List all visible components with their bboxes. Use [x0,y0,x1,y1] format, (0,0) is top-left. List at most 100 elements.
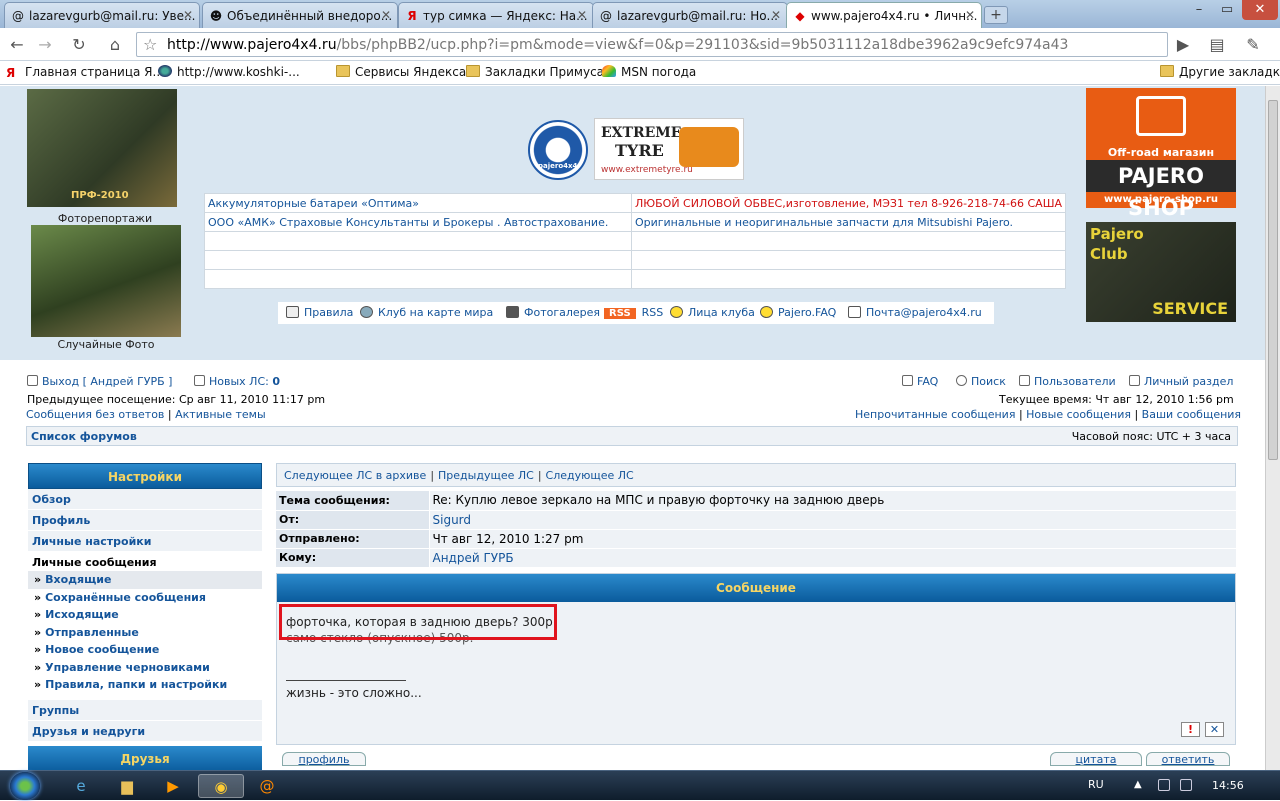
reload-icon[interactable]: ↻ [68,34,90,56]
bookmark-msn-weather[interactable]: MSN погода [602,65,696,79]
sidebar-item-sent[interactable]: » Отправленные [28,623,262,641]
ad-link[interactable]: Оригинальные и неоригинальные запчасти д… [635,216,1013,229]
browser-tab-mail-2[interactable]: @ lazarevgurb@mail.ru: Но... ✕ [592,2,788,28]
bookmark-yandex[interactable]: Я Главная страница Я... [6,65,164,80]
reply-button[interactable]: ответить [1146,752,1230,766]
unanswered-link[interactable]: Сообщения без ответов [26,408,164,421]
quote-button[interactable]: цитата [1050,752,1142,766]
maximize-button[interactable]: ▭ [1214,0,1240,20]
ad-cell[interactable]: ЛЮБОЙ СИЛОВОЙ ОБВЕС,изготовление, МЭЗ1 т… [630,193,1067,213]
bookmark-primus[interactable]: Закладки Примуса [466,65,604,79]
from-user-link[interactable]: Sigurd [429,510,1236,530]
next-pm-link[interactable]: Следующее ЛС [546,469,634,482]
play-icon[interactable]: ▶ [1172,34,1194,56]
faq-link[interactable]: FAQ [902,375,938,388]
your-posts-link[interactable]: Ваши сообщения [1142,408,1241,421]
ad-link[interactable]: ЛЮБОЙ СИЛОВОЙ ОБВЕС,изготовление, МЭЗ1 т… [635,197,1062,210]
volume-icon[interactable] [1180,779,1192,791]
sidebar-item-rules-folders[interactable]: » Правила, папки и настройки [28,676,262,694]
new-posts-link[interactable]: Новые сообщения [1026,408,1131,421]
photo-report-image[interactable]: ПРФ-2010 [27,89,177,207]
club-faces-link[interactable]: Лица клуба [670,306,755,319]
ucp-link[interactable]: Личный раздел [1129,375,1233,388]
page-menu-icon[interactable]: ▤ [1206,34,1228,56]
new-tab-button[interactable]: + [984,6,1008,24]
profile-button[interactable]: профиль [282,752,366,766]
active-topics-link[interactable]: Активные темы [175,408,266,421]
close-window-button[interactable]: ✕ [1242,0,1278,20]
sidebar-item-inbox[interactable]: » Входящие [28,571,262,589]
pajero-club-service-banner[interactable]: Pajero Club SERVICE [1086,222,1236,322]
tray-arrow-icon[interactable]: ▲ [1134,779,1146,791]
sidebar-item-preferences[interactable]: Личные настройки [28,531,262,552]
wrench-icon[interactable]: ✎ [1242,34,1264,56]
ad-link[interactable]: Аккумуляторные батареи «Оптима» [208,197,419,210]
home-icon[interactable]: ⌂ [104,34,126,56]
close-icon[interactable]: ✕ [965,8,975,22]
sidebar-item-profile[interactable]: Профиль [28,510,262,531]
gallery-link[interactable]: Фотогалерея [506,306,600,319]
scrollbar-thumb[interactable] [1268,100,1278,460]
bookmark-koshki[interactable]: http://www.koshki-... [158,65,300,79]
ad-cell[interactable]: Аккумуляторные батареи «Оптима» [204,193,632,213]
new-pm-link[interactable]: Новых ЛС: 0 [194,375,280,388]
rules-link[interactable]: Правила [286,306,353,319]
mail-agent-icon[interactable]: @ [244,774,290,798]
close-icon[interactable]: ✕ [183,8,193,22]
sidebar-item-groups[interactable]: Группы [28,699,262,721]
previous-pm-link[interactable]: Предыдущее ЛС [438,469,534,482]
start-button[interactable] [10,772,40,800]
world-map-link[interactable]: Клуб на карте мира [360,306,493,319]
browser-tab-offroad[interactable]: ☻ Объединённый внедоро... ✕ [202,2,398,28]
close-icon[interactable]: ✕ [771,8,781,22]
media-player-icon[interactable]: ▶ [150,774,196,798]
language-indicator[interactable]: RU [1088,778,1104,791]
chrome-icon[interactable]: ◉ [198,774,244,798]
forward-icon[interactable]: → [34,34,56,56]
other-bookmarks[interactable]: Другие закладки [1160,65,1280,79]
ad-cell[interactable]: ООО «АМК» Страховые Консультанты и Броке… [204,212,632,232]
address-bar[interactable]: ☆ http://www.pajero4x4.ru/bbs/phpBB2/ucp… [136,32,1168,57]
report-button[interactable]: ! [1181,722,1200,737]
sidebar-item-saved[interactable]: » Сохранённые сообщения [28,588,262,606]
extreme-tyre-logo[interactable]: EXTREME TYRE www.extremetyre.ru [594,118,744,180]
search-link[interactable]: Поиск [956,375,1006,388]
forum-index-link[interactable]: Список форумов [31,430,137,443]
random-photo-image[interactable] [31,225,181,337]
photo-reports-caption[interactable]: Фоторепортажи [27,212,183,225]
ie-icon[interactable]: e [58,774,104,798]
members-link[interactable]: Пользователи [1019,375,1116,388]
close-icon[interactable]: ✕ [577,8,587,22]
sidebar-item-overview[interactable]: Обзор [28,489,262,510]
unread-link[interactable]: Непрочитанные сообщения [855,408,1015,421]
delete-button[interactable]: ✕ [1205,722,1224,737]
pajero4x4-logo[interactable]: pajero4x4 [528,120,588,180]
sidebar-item-outbox[interactable]: » Исходящие [28,606,262,624]
pajero-shop-banner[interactable]: Off-road магазин PAJERO SHOP www.pajero-… [1086,88,1236,220]
sidebar-item-friends-foes[interactable]: Друзья и недруги [28,720,262,742]
bookmark-star-icon[interactable]: ☆ [143,35,157,54]
logout-link[interactable]: Выход [ Андрей ГУРБ ] [27,375,172,388]
network-icon[interactable] [1158,779,1170,791]
minimize-button[interactable]: – [1186,0,1212,20]
close-icon[interactable]: ✕ [381,8,391,22]
sidebar-item-compose[interactable]: » Новое сообщение [28,641,262,659]
random-photos-caption[interactable]: Случайные Фото [31,338,181,351]
browser-tab-yandex[interactable]: Ятур симка — Яндекс: На... ✕ [398,2,594,28]
rss-link[interactable]: RSS RSS [604,306,663,319]
ad-cell[interactable]: Оригинальные и неоригинальные запчасти д… [630,212,1067,232]
mail-link[interactable]: Почта@pajero4x4.ru [848,306,982,319]
pajero-faq-link[interactable]: Pajero.FAQ [760,306,836,319]
browser-tab-mail-1[interactable]: @ lazarevgurb@mail.ru: Уве... ✕ [4,2,200,28]
clock[interactable]: 14:56 [1212,779,1244,792]
next-pm-archive-link[interactable]: Следующее ЛС в архиве [284,469,426,482]
sidebar-item-drafts[interactable]: » Управление черновиками [28,658,262,676]
to-user-link[interactable]: Андрей ГУРБ [429,548,1236,568]
ad-link[interactable]: ООО «АМК» Страховые Консультанты и Броке… [208,216,608,229]
explorer-icon[interactable]: ▆ [104,774,150,798]
page-scrollbar[interactable] [1265,86,1280,770]
browser-tab-pajero[interactable]: ◆ www.pajero4x4.ru • Личн... ✕ [786,2,982,28]
back-icon[interactable]: ← [6,34,28,56]
logo-text: EXTREME [601,125,682,141]
bookmark-yandex-services[interactable]: Сервисы Яндекса [336,65,466,79]
